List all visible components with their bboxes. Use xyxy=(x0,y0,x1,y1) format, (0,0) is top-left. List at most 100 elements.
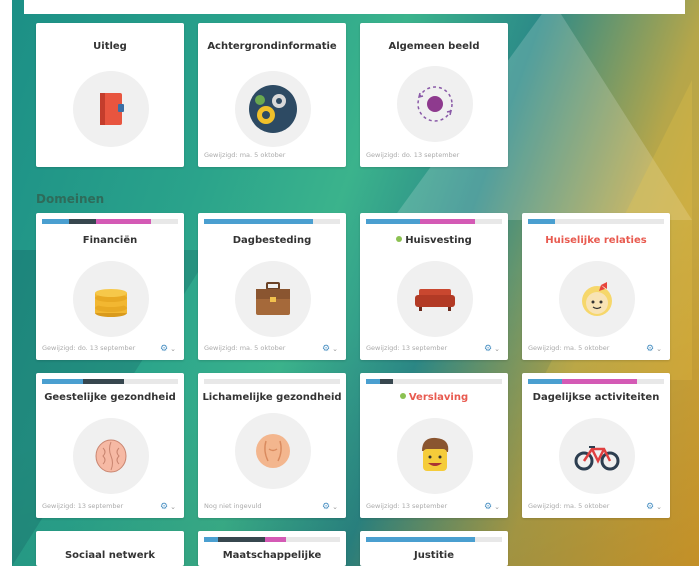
chevron-down-icon: ⌄ xyxy=(656,503,662,511)
progress-bar xyxy=(204,537,340,542)
settings-menu[interactable]: ⚙ ⌄ xyxy=(322,502,338,512)
card-title: Geestelijke gezondheid xyxy=(44,392,176,403)
card-title: Algemeen beeld xyxy=(388,41,480,52)
modified-date: Nog niet ingevuld xyxy=(204,502,262,510)
progress-bar xyxy=(366,379,502,384)
card-title: Maatschappelijke xyxy=(222,550,322,561)
settings-menu[interactable]: ⚙ ⌄ xyxy=(322,344,338,354)
gear-icon: ⚙ xyxy=(160,344,169,354)
card-title-text: Verslaving xyxy=(408,392,469,403)
card-title-text: Huisvesting xyxy=(405,235,472,246)
progress-segment xyxy=(420,219,475,224)
modified-date: Gewijzigd: ma. 5 oktober xyxy=(204,344,286,352)
modified-date: Gewijzigd: ma. 5 oktober xyxy=(204,151,286,159)
chevron-down-icon: ⌄ xyxy=(656,345,662,353)
card-title: Uitleg xyxy=(93,41,127,52)
card-title: Huiselijke relaties xyxy=(545,235,647,246)
book-icon xyxy=(100,93,124,125)
card-uitleg[interactable]: Uitleg xyxy=(36,23,184,167)
progress-bar xyxy=(366,219,502,224)
progress-segment xyxy=(204,537,218,542)
card-illustration xyxy=(397,418,473,494)
card-title: Lichamelijke gezondheid xyxy=(202,392,342,403)
body-icon xyxy=(256,434,290,468)
card-dagelijkse-activiteiten[interactable]: Dagelijkse activiteiten Gewijzigd: ma. 5… xyxy=(522,373,670,518)
progress-segment xyxy=(204,219,313,224)
card-title: Sociaal netwerk xyxy=(64,550,156,561)
progress-bar xyxy=(204,379,340,384)
progress-segment xyxy=(562,379,637,384)
card-illustration xyxy=(397,261,473,337)
card-huiselijke-relaties[interactable]: Huiselijke relaties Gewijzigd: ma. 5 okt… xyxy=(522,213,670,360)
status-dot xyxy=(399,393,406,399)
settings-menu[interactable]: ⚙ ⌄ xyxy=(646,344,662,354)
progress-segment xyxy=(528,219,556,224)
card-financien[interactable]: Financiën Gewijzigd: do. 13 september ⚙ ⌄ xyxy=(36,213,184,360)
gear-icon: ⚙ xyxy=(484,502,493,512)
card-lichamelijke-gezondheid[interactable]: Lichamelijke gezondheid Nog niet ingevul… xyxy=(198,373,346,518)
card-illustration xyxy=(559,261,635,337)
card-illustration xyxy=(559,418,635,494)
briefcase-icon xyxy=(256,282,290,315)
modified-date: Gewijzigd: ma. 5 oktober xyxy=(528,344,610,352)
girl-face-icon xyxy=(582,282,612,316)
card-title: Dagelijkse activiteiten xyxy=(532,392,660,403)
modified-date: Gewijzigd: do. 13 september xyxy=(42,344,136,352)
bicycle-icon xyxy=(574,446,620,471)
progress-segment xyxy=(42,219,70,224)
settings-menu[interactable]: ⚙ ⌄ xyxy=(160,344,176,354)
card-illustration xyxy=(235,413,311,489)
progress-segment xyxy=(528,379,562,384)
chevron-down-icon: ⌄ xyxy=(170,503,176,511)
brain-icon xyxy=(95,439,127,473)
card-title: Verslaving xyxy=(360,392,508,403)
settings-menu[interactable]: ⚙ ⌄ xyxy=(484,502,500,512)
gear-icon: ⚙ xyxy=(322,502,331,512)
progress-segment xyxy=(366,219,421,224)
settings-menu[interactable]: ⚙ ⌄ xyxy=(646,502,662,512)
card-justitie[interactable]: Justitie xyxy=(360,531,508,566)
card-verslaving[interactable]: Verslaving Gewijzigd: 13 september ⚙ ⌄ xyxy=(360,373,508,518)
chevron-down-icon: ⌄ xyxy=(332,345,338,353)
modified-date: Gewijzigd: do. 13 september xyxy=(366,151,460,159)
gear-icon: ⚙ xyxy=(646,502,655,512)
card-dagbesteding[interactable]: Dagbesteding Gewijzigd: ma. 5 oktober ⚙ ⌄ xyxy=(198,213,346,360)
card-illustration xyxy=(73,71,149,147)
progress-bar xyxy=(528,379,664,384)
progress-segment xyxy=(96,219,151,224)
progress-segment xyxy=(69,219,97,224)
progress-bar xyxy=(42,219,178,224)
progress-bar xyxy=(366,537,502,542)
modified-date: Gewijzigd: 13 september xyxy=(366,502,448,510)
modified-date: Gewijzigd: ma. 5 oktober xyxy=(528,502,610,510)
card-title: Dagbesteding xyxy=(232,235,312,246)
progress-segment xyxy=(379,379,394,384)
card-achtergrondinformatie[interactable]: Achtergrondinformatie Gewijzigd: ma. 5 o… xyxy=(198,23,346,167)
gear-icon: ⚙ xyxy=(484,344,493,354)
section-title: Domeinen xyxy=(36,192,105,206)
progress-segment xyxy=(265,537,286,542)
modified-date: Gewijzigd: 13 september xyxy=(42,502,124,510)
gears-icon xyxy=(249,85,297,133)
modified-date: Gewijzigd: 13 september xyxy=(366,344,448,352)
boy-face-icon xyxy=(422,437,449,471)
progress-segment xyxy=(82,379,124,384)
settings-menu[interactable]: ⚙ ⌄ xyxy=(484,344,500,354)
progress-bar xyxy=(204,219,340,224)
settings-menu[interactable]: ⚙ ⌄ xyxy=(160,502,176,512)
card-huisvesting[interactable]: Huisvesting Gewijzigd: 13 september ⚙ ⌄ xyxy=(360,213,508,360)
gear-icon: ⚙ xyxy=(646,344,655,354)
card-algemeen-beeld[interactable]: Algemeen beeld Gewijzigd: do. 13 septemb… xyxy=(360,23,508,167)
card-illustration xyxy=(73,418,149,494)
card-maatschappelijke[interactable]: Maatschappelijke xyxy=(198,531,346,566)
progress-segment xyxy=(217,537,266,542)
card-sociaal-netwerk[interactable]: Sociaal netwerk xyxy=(36,531,184,566)
progress-segment xyxy=(366,537,475,542)
card-illustration xyxy=(235,261,311,337)
card-geestelijke-gezondheid[interactable]: Geestelijke gezondheid Gewijzigd: 13 sep… xyxy=(36,373,184,518)
chevron-down-icon: ⌄ xyxy=(332,503,338,511)
card-illustration xyxy=(235,71,311,147)
progress-segment xyxy=(42,379,83,384)
card-title: Financiën xyxy=(82,235,138,246)
card-title: Justitie xyxy=(414,550,454,561)
